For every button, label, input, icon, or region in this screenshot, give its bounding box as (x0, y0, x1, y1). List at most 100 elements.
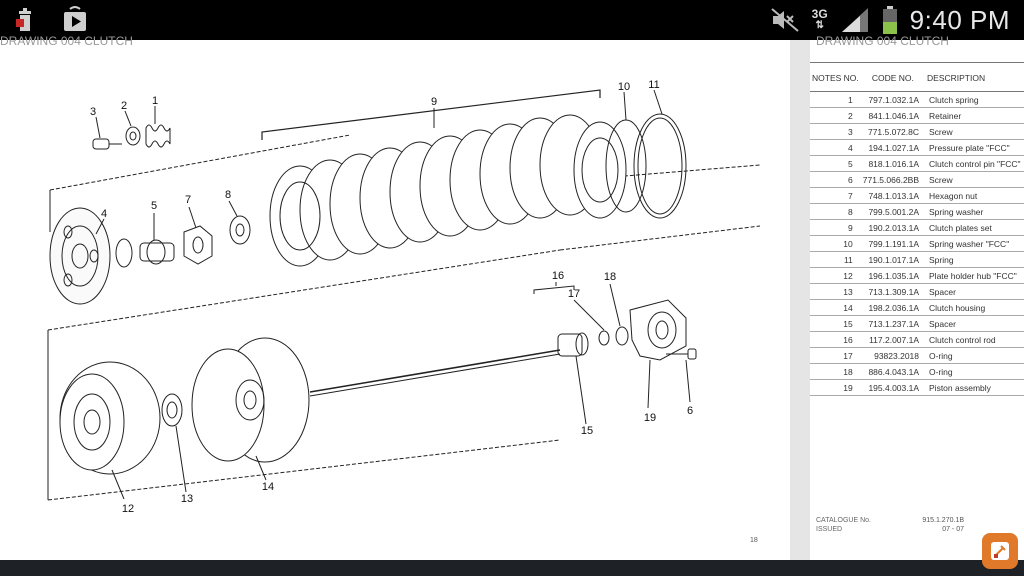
cell-desc: Pressure plate "FCC" (925, 139, 1024, 156)
catalogue-labels: CATALOGUE No. ISSUED (816, 516, 871, 534)
table-row: 5 818.1.016.1A Clutch control pin "FCC" (810, 155, 1024, 172)
parts-table: NOTES NO. CODE NO. DESCRIPTION 1 797.1.03… (810, 62, 1024, 396)
cell-no: 5 (810, 155, 861, 172)
cell-no: 7 (810, 187, 861, 204)
col-code-no: CODE NO. (860, 62, 926, 92)
cell-code: 196.1.035.1A (860, 267, 926, 284)
cell-desc: Spacer (925, 283, 1024, 300)
table-row: 11 190.1.017.1A Spring (810, 251, 1024, 268)
cell-desc: Screw (925, 123, 1024, 140)
cell-desc: O-ring (925, 363, 1024, 380)
cell-no: 15 (810, 315, 861, 332)
cell-no: 6 (810, 171, 861, 188)
callout-17: 17 (568, 288, 580, 300)
cell-code: 771.5.072.8C (860, 123, 926, 140)
network-type: 3G ⇅ (811, 7, 828, 31)
cell-no: 4 (810, 139, 861, 156)
cell-desc: Clutch spring (925, 91, 1024, 108)
callout-5: 5 (151, 200, 157, 212)
cell-desc: Plate holder hub "FCC" (925, 267, 1024, 284)
table-row: 15 713.1.237.1A Spacer (810, 315, 1024, 332)
page-divider (790, 40, 810, 560)
page-number: 18 (750, 537, 758, 544)
callout-8: 8 (225, 189, 231, 201)
page-header-right: DRAWING 004 CLUTCH (816, 34, 949, 48)
callout-10: 10 (618, 81, 630, 93)
cell-no: 2 (810, 107, 861, 124)
callout-6: 6 (687, 405, 693, 417)
callout-11: 11 (648, 79, 659, 91)
cell-desc: Clutch housing (925, 299, 1024, 316)
table-row: 13 713.1.309.1A Spacer (810, 283, 1024, 300)
issued-label: ISSUED (816, 526, 843, 533)
cell-code: 748.1.013.1A (860, 187, 926, 204)
table-row: 8 799.5.001.2A Spring washer (810, 203, 1024, 220)
catalogue-values: 915.1.270.1B 07 - 07 (914, 516, 964, 534)
exploded-clutch-diagram: 1 2 3 4 5 6 7 8 9 10 11 12 13 14 15 16 1… (47, 79, 761, 515)
cell-code: 799.1.191.1A (860, 235, 926, 252)
cell-desc: Retainer (925, 107, 1024, 124)
play-store-icon (64, 6, 86, 31)
cell-desc: Spring (925, 251, 1024, 268)
cell-no: 14 (810, 299, 861, 316)
callout-18: 18 (604, 271, 616, 283)
cell-code: 93823.2018 (860, 347, 926, 364)
table-header-row: NOTES NO. CODE NO. DESCRIPTION (810, 62, 1024, 92)
clutch-plates (269, 114, 627, 267)
document-page[interactable]: DRAWING 004 CLUTCH DRAWING 004 CLUTCH 1 … (0, 34, 1024, 560)
cell-desc: Clutch control pin "FCC" (925, 155, 1024, 172)
cell-code: 198.2.036.1A (860, 299, 926, 316)
cell-desc: Clutch control rod (925, 331, 1024, 348)
callout-13: 13 (181, 493, 193, 505)
cell-code: 886.4.043.1A (860, 363, 926, 380)
callout-4: 4 (101, 208, 107, 220)
cell-no: 8 (810, 203, 861, 220)
floating-tools-button[interactable] (982, 533, 1018, 569)
cell-code: 818.1.016.1A (860, 155, 926, 172)
callout-12: 12 (122, 503, 134, 515)
cell-code: 190.2.013.1A (860, 219, 926, 236)
table-row: 7 748.1.013.1A Hexagon nut (810, 187, 1024, 204)
mute-icon (771, 8, 799, 32)
cell-no: 16 (810, 331, 861, 348)
cell-code: 194.1.027.1A (860, 139, 926, 156)
bottom-bar (0, 560, 1024, 576)
cell-no: 11 (810, 251, 861, 268)
issued-value: 07 - 07 (942, 526, 964, 533)
table-row: 2 841.1.046.1A Retainer (810, 107, 1024, 124)
cell-desc: Clutch plates set (925, 219, 1024, 236)
table-row: 18 886.4.043.1A O-ring (810, 363, 1024, 380)
cell-no: 19 (810, 379, 861, 396)
cell-desc: Spring washer (925, 203, 1024, 220)
cell-desc: Spring washer "FCC" (925, 235, 1024, 252)
catalogue-label: CATALOGUE No. (816, 517, 871, 524)
callout-14: 14 (262, 481, 274, 493)
table-row: 16 117.2.007.1A Clutch control rod (810, 331, 1024, 348)
cell-code: 771.5.066.2BB (860, 171, 926, 188)
table-row: 1 797.1.032.1A Clutch spring (810, 91, 1024, 108)
callout-3: 3 (90, 106, 96, 118)
cell-no: 3 (810, 123, 861, 140)
trash-icon (16, 8, 31, 31)
callout-9: 9 (431, 96, 437, 108)
cell-desc: Spacer (925, 315, 1024, 332)
cell-code: 799.5.001.2A (860, 203, 926, 220)
callout-16: 16 (552, 270, 564, 282)
callout-19: 19 (644, 412, 656, 424)
col-description: DESCRIPTION (925, 62, 1024, 92)
cell-code: 713.1.237.1A (860, 315, 926, 332)
cell-no: 18 (810, 363, 861, 380)
cell-code: 117.2.007.1A (860, 331, 926, 348)
cell-desc: Hexagon nut (925, 187, 1024, 204)
signal-icon (841, 8, 868, 32)
callout-15: 15 (581, 425, 593, 437)
tools-icon (991, 542, 1009, 560)
table-row: 14 198.2.036.1A Clutch housing (810, 299, 1024, 316)
cell-desc: O-ring (925, 347, 1024, 364)
clock: 9:40 PM (909, 4, 1010, 35)
cell-no: 17 (810, 347, 861, 364)
catalogue-value: 915.1.270.1B (922, 517, 964, 524)
col-notes-no: NOTES NO. (810, 62, 861, 92)
cell-desc: Piston assembly (925, 379, 1024, 396)
table-row: 4 194.1.027.1A Pressure plate "FCC" (810, 139, 1024, 156)
